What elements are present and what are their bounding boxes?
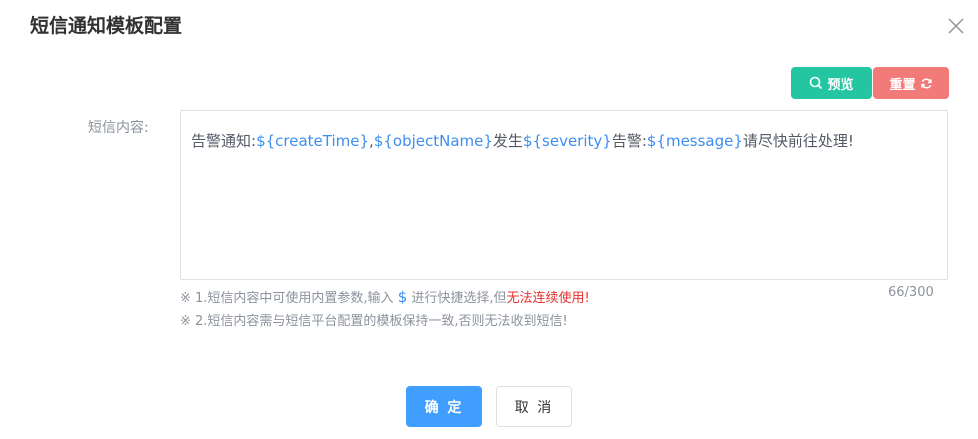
note-1-mid: 进行快捷选择,但 xyxy=(407,291,507,306)
template-param: ${severity} xyxy=(522,132,612,150)
reset-label: 重置 xyxy=(889,77,916,93)
template-text: 发生 xyxy=(492,132,523,150)
dialog-title: 短信通知模板配置 xyxy=(30,15,183,37)
dollar-symbol: $ xyxy=(397,288,408,306)
template-param: ${message} xyxy=(646,132,743,150)
sms-content-label: 短信内容: xyxy=(88,120,149,136)
template-text: 告警通知: xyxy=(191,132,257,150)
note-2: ※ 2.短信内容需与短信平台配置的模板保持一致,否则无法收到短信! xyxy=(180,314,568,329)
template-text: 告警: xyxy=(611,132,647,150)
reset-button[interactable]: 重置 xyxy=(873,67,949,99)
sms-content-textarea[interactable]: 告警通知:${createTime},${objectName}发生${seve… xyxy=(180,110,948,280)
template-text: 请尽快前往处理! xyxy=(742,132,854,150)
char-counter: 66/300 xyxy=(888,285,934,300)
confirm-button[interactable]: 确 定 xyxy=(406,386,482,427)
note-1: ※ 1.短信内容中可使用内置参数,输入 $ 进行快捷选择,但无法连续使用! xyxy=(180,287,590,309)
close-button[interactable] xyxy=(944,14,968,38)
refresh-icon xyxy=(920,78,932,88)
search-icon xyxy=(810,76,823,90)
cancel-button[interactable]: 取 消 xyxy=(496,386,572,427)
template-param: ${objectName} xyxy=(373,132,493,150)
template-param: ${createTime} xyxy=(256,132,370,150)
note-1-prefix: ※ 1.短信内容中可使用内置参数,输入 xyxy=(180,291,398,306)
close-icon xyxy=(948,18,964,34)
sms-template-dialog: 短信通知模板配置 预览 重置 短信内容: 告警通知:${createTime},… xyxy=(0,0,978,439)
note-1-warning: 无法连续使用! xyxy=(506,291,590,306)
preview-button[interactable]: 预览 xyxy=(791,67,872,99)
preview-label: 预览 xyxy=(827,77,854,93)
